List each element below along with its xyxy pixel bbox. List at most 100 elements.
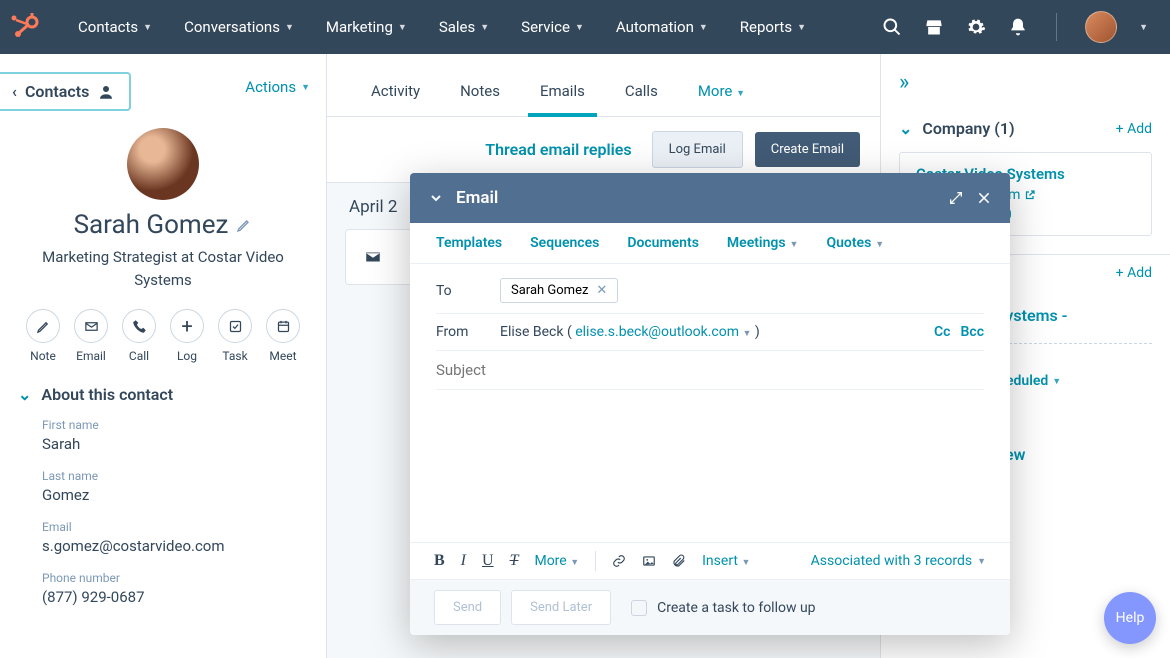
meetings-dropdown[interactable]: Meetings▼ <box>727 235 799 251</box>
link-icon[interactable] <box>612 554 626 568</box>
timeline-tabs: Activity Notes Emails Calls More ▼ <box>327 54 880 117</box>
italic-icon[interactable]: I <box>461 552 466 570</box>
add-company-link[interactable]: + Add <box>1116 121 1152 137</box>
company-section-header[interactable]: ⌄ Company (1) + Add <box>899 111 1152 152</box>
nav-sales[interactable]: Sales▼ <box>425 12 503 42</box>
subject-input[interactable] <box>436 361 984 379</box>
compose-footer: Send Send Later Create a task to follow … <box>410 579 1010 635</box>
nav-automation[interactable]: Automation▼ <box>602 12 722 42</box>
calendar-icon <box>276 319 291 334</box>
log-button[interactable]: + <box>170 309 204 343</box>
more-format-dropdown[interactable]: More ▼ <box>534 553 579 569</box>
email-value[interactable]: s.gomez@costarvideo.com <box>42 537 284 555</box>
attachment-icon[interactable] <box>672 554 686 568</box>
phone-value[interactable]: (877) 929-0687 <box>42 588 284 606</box>
subject-field[interactable] <box>436 351 984 390</box>
tab-more[interactable]: More ▼ <box>678 72 765 116</box>
person-icon <box>97 83 115 101</box>
task-icon <box>228 319 243 334</box>
image-icon[interactable] <box>642 554 656 568</box>
underline-icon[interactable]: U <box>482 552 494 570</box>
last-name-value[interactable]: Gomez <box>42 486 284 504</box>
settings-gear-icon[interactable] <box>966 17 986 37</box>
call-button[interactable] <box>122 309 156 343</box>
compose-title: Email <box>456 188 498 208</box>
create-email-button[interactable]: Create Email <box>755 132 860 167</box>
external-link-icon <box>1024 189 1036 201</box>
note-button[interactable] <box>26 309 60 343</box>
chevron-down-icon: ⌄ <box>18 385 31 404</box>
to-field[interactable]: To Sarah Gomez✕ <box>436 268 984 314</box>
remove-chip-icon[interactable]: ✕ <box>596 283 607 298</box>
nav-service[interactable]: Service▼ <box>507 12 598 42</box>
search-icon[interactable] <box>882 17 902 37</box>
nav-items: Contacts▼ Conversations▼ Marketing▼ Sale… <box>64 12 820 42</box>
followup-task-checkbox[interactable] <box>631 600 647 616</box>
send-later-button[interactable]: Send Later <box>511 590 611 625</box>
followup-task-label: Create a task to follow up <box>657 600 815 616</box>
thread-replies-link[interactable]: Thread email replies <box>485 140 631 159</box>
chevron-left-icon: ‹ <box>12 82 17 101</box>
documents-tab[interactable]: Documents <box>627 235 699 251</box>
tab-activity[interactable]: Activity <box>351 72 440 116</box>
contact-avatar[interactable] <box>127 128 199 200</box>
recipient-chip[interactable]: Sarah Gomez✕ <box>500 278 618 303</box>
associated-records-dropdown[interactable]: Associated with 3 records▼ <box>811 553 986 569</box>
tab-calls[interactable]: Calls <box>605 72 678 116</box>
bold-icon[interactable]: B <box>434 552 445 570</box>
cc-link[interactable]: Cc <box>934 324 950 340</box>
bcc-link[interactable]: Bcc <box>961 324 985 340</box>
log-email-button[interactable]: Log Email <box>652 131 743 168</box>
notifications-bell-icon[interactable] <box>1008 17 1028 37</box>
quotes-dropdown[interactable]: Quotes▼ <box>826 235 884 251</box>
plus-icon: + <box>181 316 192 336</box>
from-label: From <box>436 324 488 340</box>
contact-action-row: Note Email Call +Log Task Meet <box>0 309 326 363</box>
left-sidebar: ‹ Contacts Actions▼ Sarah Gomez Marketin… <box>0 54 327 658</box>
task-label: Task <box>218 349 252 363</box>
tab-emails[interactable]: Emails <box>520 72 605 116</box>
from-value[interactable]: Elise Beck ( elise.s.beck@outlook.com ▼ … <box>500 324 760 340</box>
user-menu-chevron-icon[interactable]: ▼ <box>1139 22 1148 33</box>
compose-header[interactable]: Email <box>410 173 1010 223</box>
hubspot-logo-icon[interactable] <box>10 12 40 42</box>
email-button[interactable] <box>74 309 108 343</box>
close-icon[interactable] <box>976 190 992 206</box>
compose-tabs: Templates Sequences Documents Meetings▼ … <box>410 223 1010 264</box>
back-to-contacts-button[interactable]: ‹ Contacts <box>0 72 131 111</box>
email-label: Email <box>42 520 284 534</box>
help-bubble[interactable]: Help <box>1104 592 1156 644</box>
minimize-chevron-icon[interactable] <box>428 190 444 206</box>
user-avatar[interactable] <box>1085 11 1117 43</box>
nav-reports[interactable]: Reports▼ <box>726 12 820 42</box>
add-deal-link[interactable]: + Add <box>1116 265 1152 281</box>
email-label: Email <box>74 349 108 363</box>
nav-conversations[interactable]: Conversations▼ <box>170 12 308 42</box>
from-field[interactable]: From Elise Beck ( elise.s.beck@outlook.c… <box>436 314 984 351</box>
expand-icon[interactable] <box>948 190 964 206</box>
actions-dropdown[interactable]: Actions▼ <box>245 78 310 96</box>
log-label: Log <box>170 349 204 363</box>
phone-label: Phone number <box>42 571 284 585</box>
meet-button[interactable] <box>266 309 300 343</box>
meet-label: Meet <box>266 349 300 363</box>
envelope-icon <box>84 319 99 334</box>
chevron-down-icon: ⌄ <box>899 119 912 138</box>
task-button[interactable] <box>218 309 252 343</box>
about-section-header[interactable]: ⌄ About this contact <box>0 363 326 418</box>
nav-marketing[interactable]: Marketing▼ <box>312 12 421 42</box>
compose-body[interactable] <box>410 390 1010 542</box>
templates-tab[interactable]: Templates <box>436 235 502 251</box>
tab-notes[interactable]: Notes <box>440 72 520 116</box>
insert-dropdown[interactable]: Insert ▼ <box>702 553 750 569</box>
edit-pencil-icon[interactable] <box>236 217 252 233</box>
collapse-sidebar-icon[interactable]: » <box>881 54 1170 111</box>
contact-job-title: Marketing Strategist at Costar Video Sys… <box>0 246 326 291</box>
marketplace-icon[interactable] <box>924 17 944 37</box>
nav-contacts[interactable]: Contacts▼ <box>64 12 166 42</box>
sequences-tab[interactable]: Sequences <box>530 235 599 251</box>
send-button[interactable]: Send <box>434 590 501 625</box>
to-label: To <box>436 283 488 299</box>
first-name-value[interactable]: Sarah <box>42 435 284 453</box>
clear-format-icon[interactable]: T <box>510 552 519 570</box>
